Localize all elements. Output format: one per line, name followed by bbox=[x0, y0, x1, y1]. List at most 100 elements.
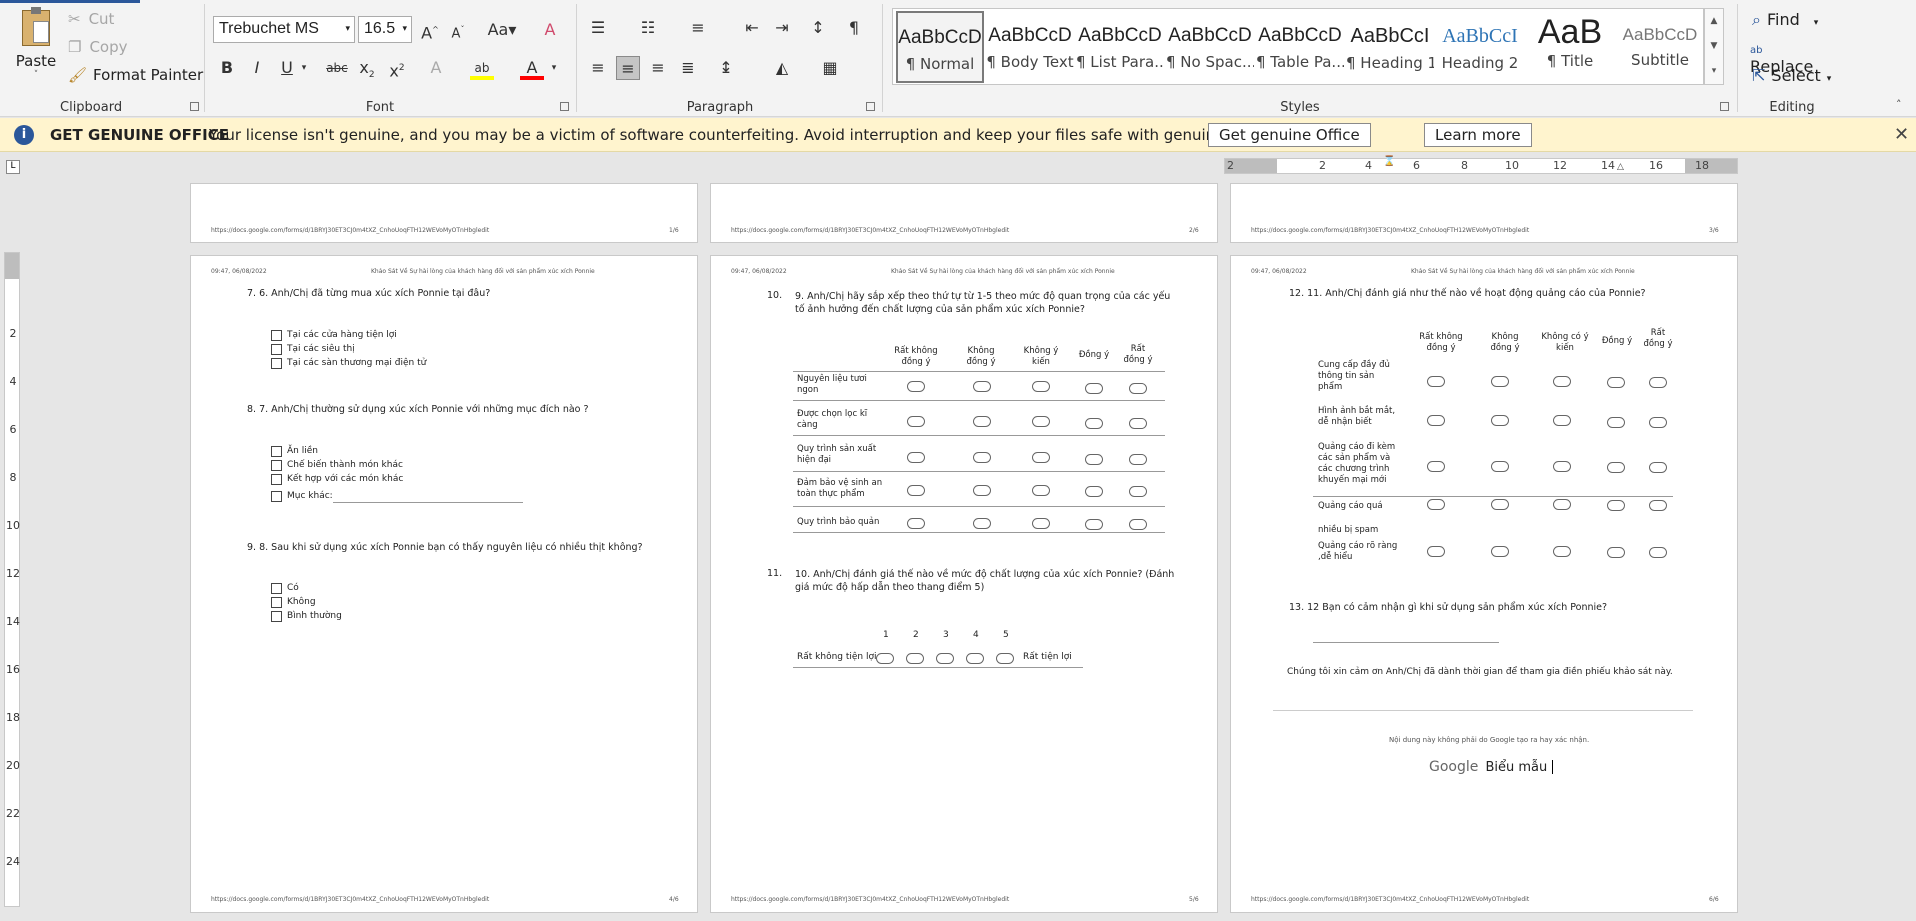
radio-option[interactable] bbox=[1607, 417, 1625, 428]
radio-option[interactable] bbox=[876, 653, 894, 664]
radio-option[interactable] bbox=[1129, 454, 1147, 465]
style-list-paragraph[interactable]: AaBbCcD ¶ List Para... bbox=[1076, 11, 1164, 83]
line-spacing-icon[interactable]: ↨ bbox=[714, 56, 738, 80]
radio-option[interactable] bbox=[1491, 376, 1509, 387]
pilcrow-icon[interactable]: ¶ bbox=[842, 16, 866, 40]
superscript-icon[interactable]: x2 bbox=[385, 56, 409, 80]
find-button[interactable]: ⌕ Find ▾ bbox=[1752, 10, 1818, 30]
radio-option[interactable] bbox=[1553, 415, 1571, 426]
close-icon[interactable]: ✕ bbox=[1894, 124, 1909, 145]
copy-button[interactable]: ❐ Copy bbox=[68, 38, 128, 56]
tab-selector[interactable]: L bbox=[6, 160, 20, 174]
radio-option[interactable] bbox=[1085, 519, 1103, 530]
strikethrough-icon[interactable]: abc bbox=[325, 56, 349, 80]
answer-input-line[interactable] bbox=[1313, 642, 1499, 643]
font-color-icon[interactable]: A bbox=[520, 56, 544, 80]
style-heading-1[interactable]: AaBbCcI ¶ Heading 1 bbox=[1346, 11, 1434, 83]
radio-option[interactable] bbox=[907, 381, 925, 392]
shrink-font-icon[interactable]: Aˇ bbox=[446, 18, 470, 42]
radio-option[interactable] bbox=[1553, 499, 1571, 510]
checkbox[interactable] bbox=[271, 491, 282, 502]
italic-icon[interactable]: I bbox=[245, 56, 269, 80]
radio-option[interactable] bbox=[1491, 499, 1509, 510]
checkbox[interactable] bbox=[271, 611, 282, 622]
format-painter-button[interactable]: 🖌 Format Painter bbox=[68, 66, 203, 84]
radio-option[interactable] bbox=[1649, 500, 1667, 511]
checkbox[interactable] bbox=[271, 583, 282, 594]
radio-option[interactable] bbox=[1607, 462, 1625, 473]
radio-option[interactable] bbox=[1085, 486, 1103, 497]
multilevel-list-icon[interactable]: ≡ bbox=[686, 16, 710, 40]
radio-option[interactable] bbox=[1129, 519, 1147, 530]
font-size-box[interactable]: 16.5 ▾ bbox=[358, 16, 412, 43]
vertical-ruler[interactable]: 2 4 6 8 10 12 14 16 18 20 22 24 bbox=[4, 252, 20, 907]
select-button[interactable]: ⇱ Select ▾ bbox=[1752, 66, 1831, 85]
text-effects-icon[interactable]: A bbox=[424, 56, 448, 80]
radio-option[interactable] bbox=[966, 653, 984, 664]
radio-option[interactable] bbox=[1607, 500, 1625, 511]
chevron-down-icon[interactable]: ▼ bbox=[1705, 34, 1723, 59]
radio-option[interactable] bbox=[1085, 454, 1103, 465]
radio-option[interactable] bbox=[1427, 499, 1445, 510]
justify-icon[interactable]: ≣ bbox=[676, 56, 700, 80]
radio-option[interactable] bbox=[906, 653, 924, 664]
radio-option[interactable] bbox=[1129, 383, 1147, 394]
checkbox[interactable] bbox=[271, 460, 282, 471]
chevron-down-icon[interactable]: ▾ bbox=[548, 56, 560, 80]
radio-option[interactable] bbox=[1085, 383, 1103, 394]
style-no-spacing[interactable]: AaBbCcD ¶ No Spac... bbox=[1166, 11, 1254, 83]
style-subtitle[interactable]: AaBbCcD Subtitle bbox=[1616, 11, 1704, 83]
radio-option[interactable] bbox=[907, 485, 925, 496]
clear-formatting-icon[interactable]: A bbox=[538, 18, 562, 42]
more-styles-icon[interactable]: ▾ bbox=[1705, 59, 1723, 84]
underline-icon[interactable]: U bbox=[275, 56, 299, 80]
learn-more-button[interactable]: Learn more bbox=[1424, 123, 1532, 147]
radio-option[interactable] bbox=[1649, 462, 1667, 473]
radio-option[interactable] bbox=[1032, 452, 1050, 463]
other-input-line[interactable] bbox=[333, 502, 523, 503]
radio-option[interactable] bbox=[996, 653, 1014, 664]
radio-option[interactable] bbox=[1427, 376, 1445, 387]
radio-option[interactable] bbox=[973, 416, 991, 427]
paste-button[interactable]: Paste ˅ bbox=[14, 7, 58, 90]
chevron-down-icon[interactable]: ▾ bbox=[298, 56, 310, 80]
radio-option[interactable] bbox=[1553, 461, 1571, 472]
radio-option[interactable] bbox=[973, 381, 991, 392]
styles-scroll[interactable]: ▲ ▼ ▾ bbox=[1704, 8, 1724, 85]
radio-option[interactable] bbox=[1032, 485, 1050, 496]
font-launcher-icon[interactable] bbox=[560, 102, 569, 111]
increase-indent-icon[interactable]: ⇥ bbox=[770, 16, 794, 40]
checkbox[interactable] bbox=[271, 330, 282, 341]
radio-option[interactable] bbox=[1129, 418, 1147, 429]
radio-option[interactable] bbox=[1649, 417, 1667, 428]
radio-option[interactable] bbox=[907, 452, 925, 463]
radio-option[interactable] bbox=[1607, 377, 1625, 388]
style-table-paragraph[interactable]: AaBbCcD ¶ Table Pa... bbox=[1256, 11, 1344, 83]
radio-option[interactable] bbox=[973, 485, 991, 496]
bold-icon[interactable]: B bbox=[215, 56, 239, 80]
radio-option[interactable] bbox=[907, 416, 925, 427]
align-right-icon[interactable]: ≡ bbox=[646, 56, 670, 80]
grow-font-icon[interactable]: A^ bbox=[418, 18, 442, 42]
cut-button[interactable]: ✂ Cut bbox=[68, 10, 114, 28]
get-genuine-office-button[interactable]: Get genuine Office bbox=[1208, 123, 1371, 147]
style-heading-2[interactable]: AaBbCcI Heading 2 bbox=[1436, 11, 1524, 83]
chevron-up-icon[interactable]: ▲ bbox=[1705, 9, 1723, 34]
align-left-icon[interactable]: ≡ bbox=[586, 56, 610, 80]
horizontal-ruler[interactable]: 2 2 4 6 8 10 12 14 16 18 ⌛ △ bbox=[1224, 156, 1738, 174]
align-center-icon[interactable]: ≡ bbox=[616, 56, 640, 80]
collapse-ribbon-icon[interactable]: ˄ bbox=[1896, 98, 1902, 111]
radio-option[interactable] bbox=[907, 518, 925, 529]
radio-option[interactable] bbox=[1491, 415, 1509, 426]
bullets-icon[interactable]: ☰ bbox=[586, 16, 610, 40]
font-name-box[interactable]: Trebuchet MS ▾ bbox=[213, 16, 355, 43]
radio-option[interactable] bbox=[973, 452, 991, 463]
style-title[interactable]: AaB ¶ Title bbox=[1526, 11, 1614, 83]
radio-option[interactable] bbox=[1649, 377, 1667, 388]
numbering-icon[interactable]: ☷ bbox=[636, 16, 660, 40]
checkbox[interactable] bbox=[271, 474, 282, 485]
style-normal[interactable]: AaBbCcD ¶ Normal bbox=[896, 11, 984, 83]
clipboard-launcher-icon[interactable] bbox=[190, 102, 199, 111]
radio-option[interactable] bbox=[1129, 486, 1147, 497]
radio-option[interactable] bbox=[1085, 418, 1103, 429]
